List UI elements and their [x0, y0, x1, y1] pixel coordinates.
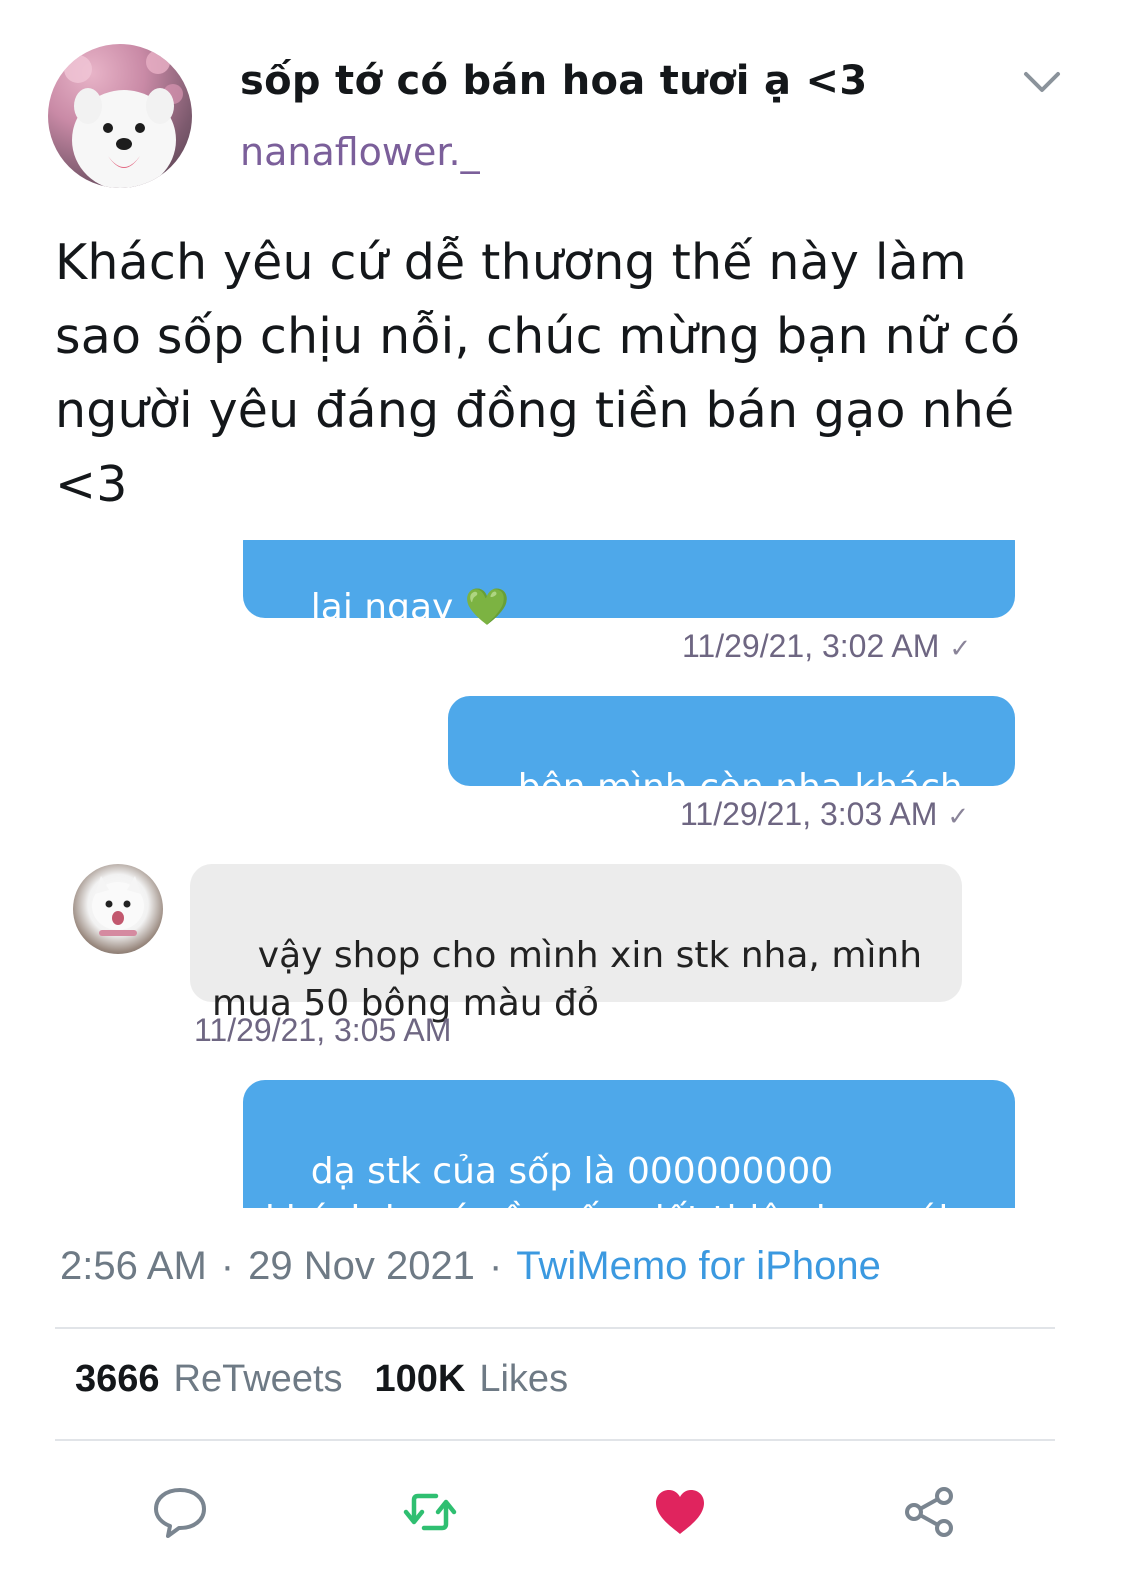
tweet-client-link[interactable]: TwiMemo for iPhone	[516, 1244, 881, 1288]
chat-bubble-outgoing: bên mình còn nha khách ơi	[448, 696, 1015, 856]
tweet-date: 29 Nov 2021	[248, 1244, 475, 1288]
chat-message-text: dạ stk của sốp là 000000000 khách iu có …	[265, 1151, 948, 1208]
chat-bubble-outgoing: lại ngay 💚	[243, 540, 1015, 628]
reply-bubble-icon[interactable]	[152, 1484, 208, 1540]
chat-message-text: lại ngay 💚	[310, 587, 510, 628]
chat-timestamp: 11/29/21, 3:05 AM	[194, 1012, 452, 1048]
retweets-count: 3666	[75, 1358, 160, 1400]
share-icon[interactable]	[902, 1484, 958, 1540]
likes-count: 100K	[374, 1358, 466, 1400]
user-handle[interactable]: nanaflower._	[240, 130, 480, 174]
tweet-stats: 3666 ReTweets 100K Likes	[75, 1358, 568, 1401]
chat-timestamp: 11/29/21, 3:03 AM ✓	[680, 796, 970, 832]
read-check-icon: ✓	[947, 801, 970, 831]
tweet-meta: 2:56 AM · 29 Nov 2021 · TwiMemo for iPhone	[60, 1244, 881, 1289]
retweets-stat[interactable]: 3666 ReTweets	[75, 1358, 343, 1400]
dog-avatar-icon	[64, 50, 183, 188]
divider	[55, 1327, 1055, 1329]
display-name[interactable]: sốp tớ có bán hoa tươi ạ <3	[240, 58, 867, 104]
heart-icon[interactable]	[652, 1484, 708, 1540]
retweets-label: ReTweets	[173, 1358, 343, 1400]
likes-stat[interactable]: 100K Likes	[375, 1358, 569, 1400]
chat-message-text: vậy shop cho mình xin stk nha, mình mua …	[212, 935, 923, 1024]
chat-bubble-outgoing: dạ stk của sốp là 000000000 khách iu có …	[243, 1080, 1015, 1208]
chat-timestamp: 11/29/21, 3:02 AM ✓	[682, 628, 972, 664]
likes-label: Likes	[479, 1358, 569, 1400]
chat-bubble-incoming: vậy shop cho mình xin stk nha, mình mua …	[190, 864, 962, 1024]
cat-avatar-icon	[92, 876, 144, 936]
tweet-text: Khách yêu cứ dễ thương thế này làm sao s…	[55, 234, 1021, 513]
retweet-icon[interactable]	[402, 1484, 458, 1540]
meta-separator: ·	[488, 1244, 503, 1288]
divider	[55, 1439, 1055, 1441]
meta-separator: ·	[220, 1244, 235, 1288]
tweet-time: 2:56 AM	[60, 1244, 207, 1288]
chevron-down-icon[interactable]	[1022, 66, 1062, 96]
profile-avatar[interactable]	[48, 44, 192, 188]
chat-contact-avatar	[73, 864, 163, 954]
read-check-icon: ✓	[949, 633, 972, 663]
attached-chat-image[interactable]: lại ngay 💚 11/29/21, 3:02 AM ✓ bên mình c…	[0, 540, 1125, 1208]
